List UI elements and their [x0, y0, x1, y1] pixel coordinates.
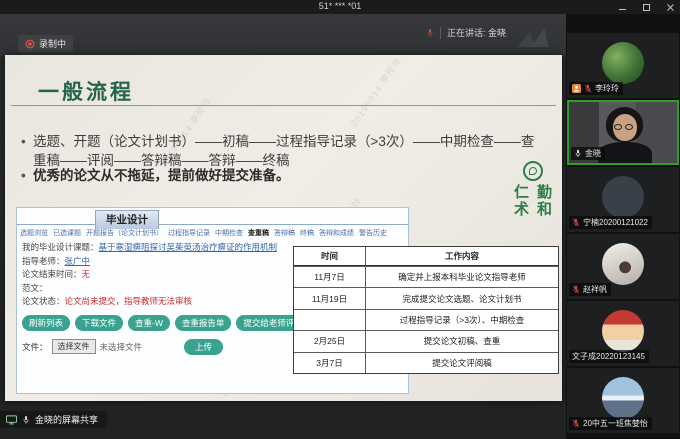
- panel-nav-tabs: 选题浏览 已选课题 开题报告（论文计划书） 过程指导记录 中期检查 查重稿 答辩…: [17, 225, 408, 240]
- slide-bullet-process: 选题、开题（论文计划书）——初稿——过程指导记录（>3次）——中期检查——查重稿…: [33, 132, 541, 170]
- participant-nametag: 文子成20220123145: [569, 350, 649, 363]
- seal-char: 勤: [533, 184, 556, 201]
- avatar: [602, 243, 644, 285]
- advisor-link: 张广中: [65, 256, 91, 266]
- participants-sidebar: 李玲玲 金晓 宁楠20200121022 赵祥帆: [566, 14, 680, 439]
- panel-title-tab: 毕业设计: [95, 210, 159, 229]
- tab-warning-history: 警告历史: [359, 228, 387, 238]
- school-seal-logo: 仁 勤 术 和: [510, 161, 556, 218]
- title-underline: [11, 105, 556, 106]
- participant-tile[interactable]: 20中五一班焦婪怡: [567, 368, 679, 433]
- table-header-row: 时间 工作内容: [294, 247, 558, 266]
- host-icon: [572, 84, 581, 93]
- tab-final-draft: 终稿: [300, 228, 314, 238]
- participant-tile-speaking[interactable]: 金晓: [567, 100, 679, 165]
- participant-tile[interactable]: 文子成20220123145: [567, 301, 679, 366]
- download-file-button: 下载文件: [75, 315, 123, 331]
- shared-screen-area: 录制中 正在讲话: 金晓 20195014 李玲玲 20195014 李玲玲 2…: [0, 14, 566, 439]
- tab-plagiarism-draft: 查重稿: [248, 228, 269, 238]
- participant-name: 赵祥帆: [583, 284, 607, 295]
- mic-muted-icon: [572, 218, 580, 227]
- table-row: 11月7日 确定并上报本科毕业论文指导老师: [294, 266, 558, 287]
- tab-defense-grade: 答辩和成绩: [319, 228, 354, 238]
- avatar: [602, 42, 644, 84]
- tab-topic-selected: 已选课题: [53, 228, 81, 238]
- schedule-table: 时间 工作内容 11月7日 确定并上报本科毕业论文指导老师 11月19日 完成提…: [293, 246, 559, 374]
- participant-name: 宁楠20200121022: [583, 217, 648, 228]
- participant-nametag: 20中五一班焦婪怡: [569, 417, 652, 430]
- tab-proposal: 开题报告（论文计划书）: [86, 228, 163, 238]
- topic-link: 基于寒湿痹阻探讨吴茱萸汤治疗痹证的作用机制: [99, 242, 278, 252]
- participant-name: 文子成20220123145: [572, 351, 645, 362]
- file-label: 文件：: [22, 341, 48, 353]
- refresh-list-button: 刷新列表: [22, 315, 70, 331]
- mic-muted-icon: [572, 419, 580, 428]
- slide-bullet-advice: 优秀的论文从不拖延，提前做好提交准备。: [33, 166, 541, 185]
- avatar: [602, 377, 644, 419]
- check-report-button: 查重报告单: [175, 315, 232, 331]
- participant-tile[interactable]: 宁楠20200121022: [567, 167, 679, 232]
- table-row: 过程指导记录（>3次）、中期检查: [294, 309, 558, 330]
- participant-tile[interactable]: 李玲玲: [567, 33, 679, 98]
- recording-icon: [25, 39, 35, 49]
- maximize-button[interactable]: [640, 1, 652, 13]
- check-w-button: 查重-W: [128, 315, 170, 331]
- participant-name: 李玲玲: [595, 83, 619, 94]
- participant-name: 金晓: [585, 148, 601, 159]
- presentation-slide: 20195014 李玲玲 20195014 李玲玲 20195014 李玲玲 2…: [5, 55, 562, 401]
- share-banner-label: 金晓的屏幕共享: [35, 413, 98, 426]
- participant-name: 20中五一班焦婪怡: [583, 418, 648, 429]
- participant-nametag: 赵祥帆: [569, 283, 611, 296]
- file-status: 未选择文件: [100, 341, 143, 353]
- panel-tab-bar: 毕业设计: [17, 208, 408, 225]
- participant-nametag: 宁楠20200121022: [569, 216, 652, 229]
- avatar: [602, 176, 644, 218]
- minimize-button[interactable]: [616, 1, 628, 13]
- seal-emblem-icon: [523, 161, 543, 181]
- screen-share-banner: 金晓的屏幕共享: [0, 411, 107, 428]
- mic-muted-icon: [572, 285, 580, 294]
- seal-char: 仁: [510, 184, 533, 201]
- mic-on-icon: [574, 149, 582, 158]
- meeting-app-logo-icon: [516, 23, 560, 51]
- table-row: 2月25日 提交论文初稿、查重: [294, 330, 558, 351]
- seal-char: 和: [533, 201, 556, 218]
- participant-nametag: 李玲玲: [569, 82, 623, 95]
- tab-defense-draft: 答辩稿: [274, 228, 295, 238]
- speaking-indicator: 正在讲话: 金晓: [426, 26, 506, 39]
- screen-share-icon: [6, 415, 17, 425]
- upload-button: 上传: [184, 339, 223, 355]
- participant-nametag: 金晓: [571, 147, 605, 160]
- avatar: [602, 310, 644, 352]
- participant-tile[interactable]: 赵祥帆: [567, 234, 679, 299]
- tab-topic-browse: 选题浏览: [20, 228, 48, 238]
- recording-label: 录制中: [39, 37, 66, 50]
- watermark: 20195014 李玲玲: [347, 54, 404, 128]
- divider: [440, 27, 441, 39]
- speaking-label: 正在讲话: 金晓: [447, 26, 506, 39]
- slide-title: 一般流程: [38, 76, 134, 106]
- window-titlebar: 51* *** *01: [0, 0, 680, 14]
- choose-file-button: 选择文件: [52, 339, 96, 354]
- table-row: 3月7日 提交论文评阅稿: [294, 352, 558, 373]
- table-row: 11月19日 完成提交论文选题、论文计划书: [294, 287, 558, 308]
- mic-muted-icon: [584, 84, 592, 93]
- close-button[interactable]: [664, 1, 676, 13]
- window-title: 51* *** *01: [0, 1, 680, 11]
- tab-guidance-log: 过程指导记录: [168, 228, 210, 238]
- seal-char: 术: [510, 201, 533, 218]
- recording-indicator[interactable]: 录制中: [18, 35, 73, 52]
- share-mic-icon: [22, 415, 30, 425]
- tab-midterm-check: 中期检查: [215, 228, 243, 238]
- speaker-mic-icon: [426, 28, 434, 38]
- meeting-window: 51* *** *01 录制中 正在讲话: 金晓 20195014 李玲玲 20…: [0, 0, 680, 439]
